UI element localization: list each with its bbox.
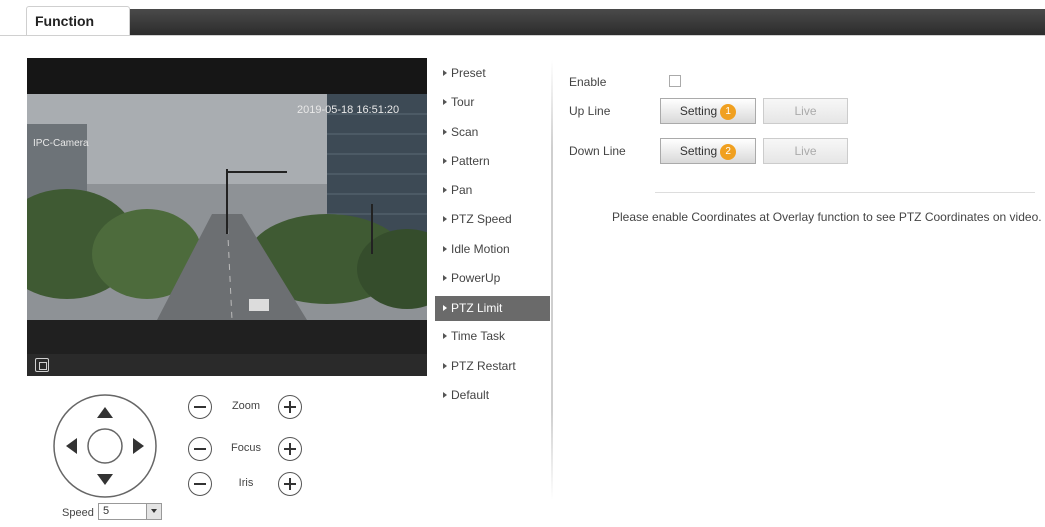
iris-plus-button[interactable] — [278, 472, 302, 496]
arrow-right-icon — [443, 245, 447, 252]
down-line-live-button[interactable]: Live — [763, 138, 848, 164]
menu-item-ptz-limit[interactable]: PTZ Limit — [435, 296, 550, 322]
zoom-label: Zoom — [231, 400, 261, 412]
iris-control: Iris — [188, 472, 308, 498]
enable-checkbox[interactable] — [669, 75, 681, 87]
video-toolbar — [27, 354, 427, 376]
menu-item-tour[interactable]: Tour — [435, 91, 550, 120]
up-line-live-button[interactable]: Live — [763, 98, 848, 124]
direction-pad — [53, 394, 157, 498]
ptz-function-menu: Preset Tour Scan Pattern Pan PTZ Speed I… — [435, 62, 550, 413]
arrow-right-icon — [443, 362, 447, 369]
menu-item-powerup[interactable]: PowerUp — [435, 267, 550, 296]
menu-item-default[interactable]: Default — [435, 384, 550, 413]
menu-item-pan[interactable]: Pan — [435, 179, 550, 208]
arrow-right-icon — [443, 128, 447, 135]
menu-item-pattern[interactable]: Pattern — [435, 150, 550, 179]
speed-label: Speed — [62, 507, 94, 519]
osd-timestamp: 2019-05-18 16:51:20 — [297, 104, 400, 116]
arrow-right-icon — [443, 187, 447, 194]
arrow-right-icon — [443, 70, 447, 76]
focus-minus-button[interactable] — [188, 437, 212, 461]
header-bar — [130, 9, 1045, 36]
zoom-in-button[interactable] — [278, 395, 302, 419]
focus-plus-button[interactable] — [278, 437, 302, 461]
header-divider — [0, 35, 1045, 36]
iris-minus-button[interactable] — [188, 472, 212, 496]
arrow-right-icon — [443, 305, 447, 312]
down-line-setting-button[interactable]: Setting 2 — [660, 138, 756, 164]
up-line-label: Up Line — [569, 104, 611, 118]
osd-channel-name: IPC-Camera — [33, 138, 89, 149]
menu-item-preset[interactable]: Preset — [435, 62, 550, 91]
step-2-badge: 2 — [720, 144, 737, 160]
video-scene — [27, 94, 427, 320]
fullscreen-icon[interactable] — [35, 358, 49, 372]
arrow-right-icon — [443, 216, 447, 223]
header: Function — [0, 0, 1045, 36]
menu-item-idle-motion[interactable]: Idle Motion — [435, 238, 550, 267]
iris-label: Iris — [238, 477, 254, 489]
chevron-down-icon — [146, 504, 161, 519]
menu-item-ptz-speed[interactable]: PTZ Speed — [435, 208, 550, 237]
tab-function-label: Function — [35, 13, 95, 29]
coordinates-note: Please enable Coordinates at Overlay fun… — [612, 210, 1042, 224]
zoom-out-button[interactable] — [188, 395, 212, 419]
menu-divider — [551, 60, 553, 500]
speed-value: 5 — [103, 505, 110, 517]
focus-control: Focus — [188, 437, 308, 463]
focus-label: Focus — [231, 442, 261, 454]
tab-function[interactable]: Function — [26, 6, 130, 36]
up-line-setting-button[interactable]: Setting 1 — [660, 98, 756, 124]
arrow-right-icon — [443, 99, 447, 106]
arrow-right-icon — [443, 391, 447, 398]
section-divider — [655, 192, 1035, 193]
arrow-right-icon — [443, 333, 447, 340]
zoom-control: Zoom — [188, 395, 308, 421]
speed-select[interactable]: 5 — [98, 503, 162, 520]
menu-item-scan[interactable]: Scan — [435, 121, 550, 150]
down-line-label: Down Line — [569, 144, 626, 158]
menu-item-ptz-restart[interactable]: PTZ Restart — [435, 355, 550, 384]
enable-label: Enable — [569, 75, 607, 89]
arrow-right-icon — [443, 157, 447, 164]
video-preview: 2019-05-18 16:51:20 IPC-Camera — [27, 58, 427, 376]
menu-item-time-task[interactable]: Time Task — [435, 325, 550, 354]
step-1-badge: 1 — [720, 104, 737, 120]
arrow-right-icon — [443, 275, 447, 282]
